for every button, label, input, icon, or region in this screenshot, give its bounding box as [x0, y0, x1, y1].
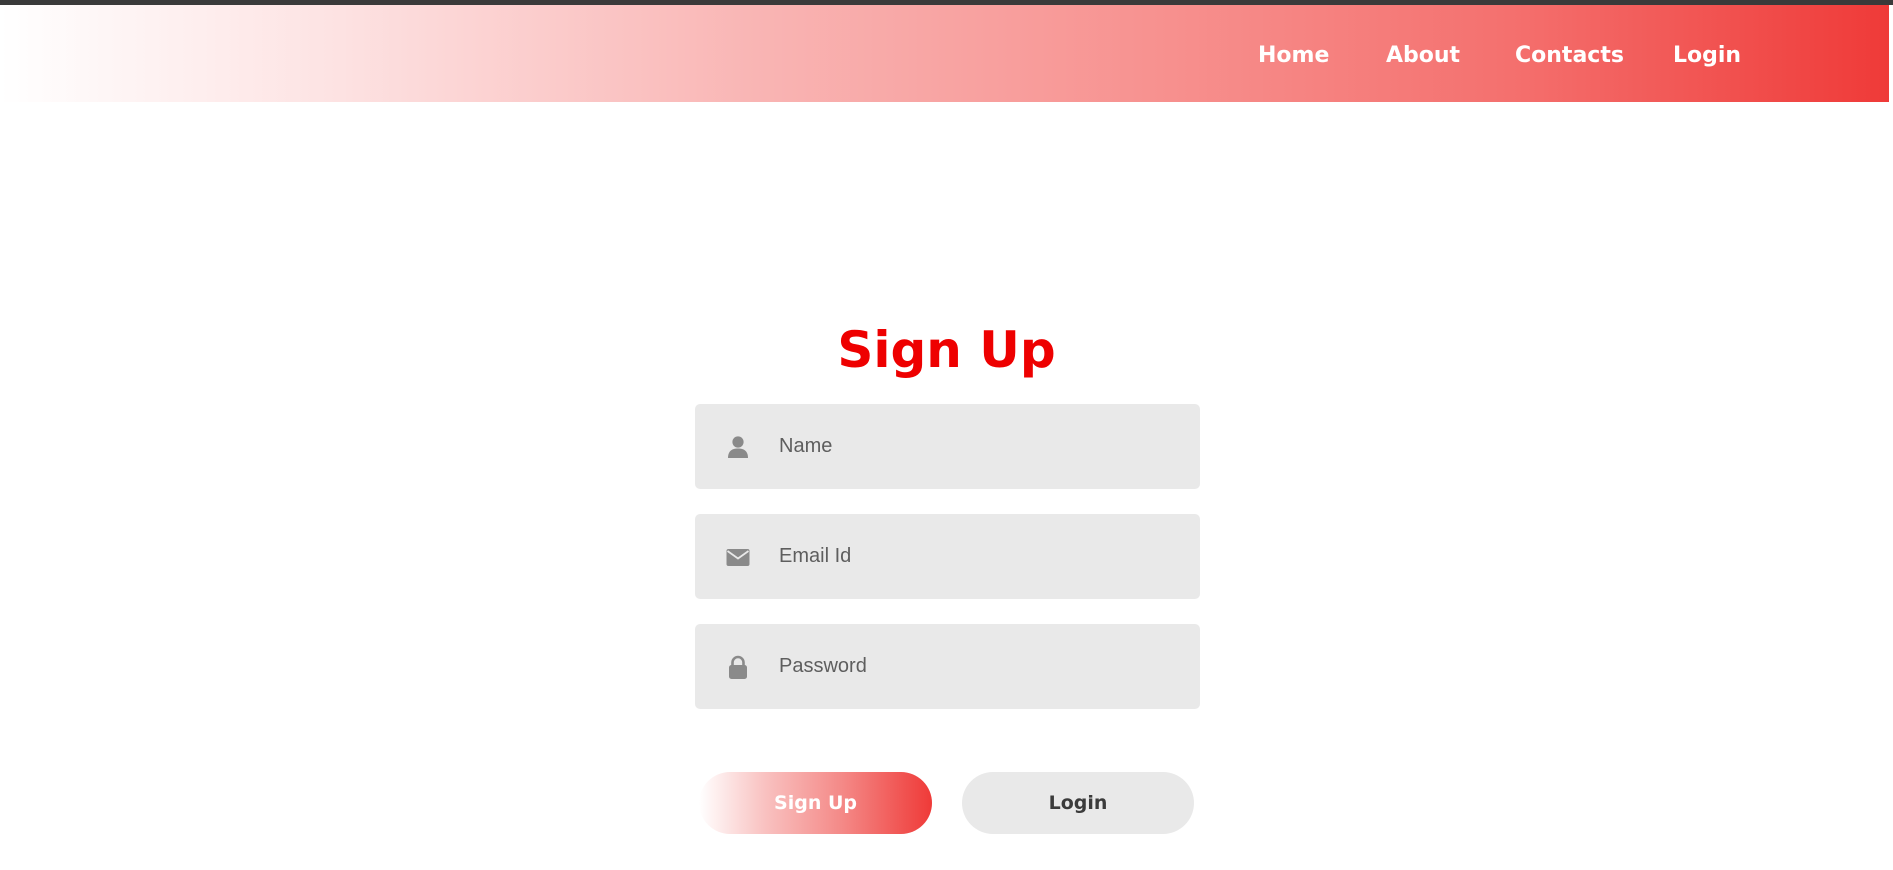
name-input[interactable]	[779, 404, 1179, 489]
email-input[interactable]	[779, 514, 1179, 599]
sign-up-button[interactable]: Sign Up	[699, 772, 932, 834]
name-field[interactable]	[695, 404, 1200, 489]
nav-link-contacts[interactable]: Contacts	[1515, 43, 1624, 69]
envelope-icon	[725, 544, 751, 570]
password-input[interactable]	[779, 624, 1179, 709]
navbar: Home About Contacts Login	[0, 5, 1889, 102]
email-field[interactable]	[695, 514, 1200, 599]
login-button[interactable]: Login	[962, 772, 1194, 834]
nav-link-home[interactable]: Home	[1258, 43, 1329, 69]
nav-link-login[interactable]: Login	[1673, 43, 1741, 69]
lock-icon	[725, 654, 751, 680]
user-icon	[725, 434, 751, 460]
password-field[interactable]	[695, 624, 1200, 709]
nav-link-about[interactable]: About	[1386, 43, 1460, 69]
page-title: Sign Up	[837, 320, 1056, 379]
